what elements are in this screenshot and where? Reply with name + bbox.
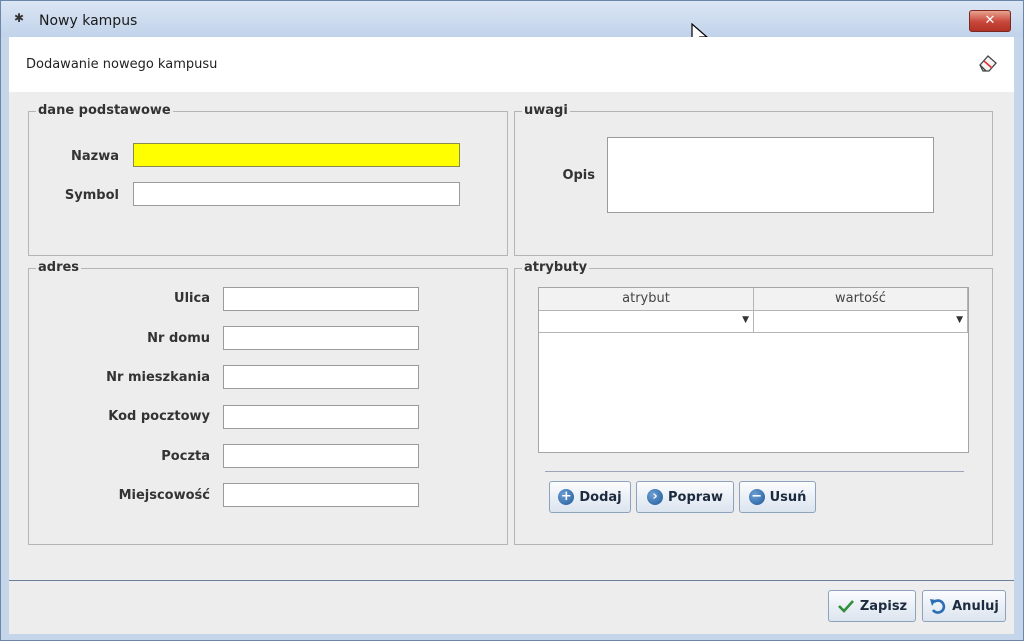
- checkmark-icon: [837, 600, 854, 613]
- postcode-label: Kod pocztowy: [108, 409, 210, 424]
- post-office-label: Poczta: [161, 449, 210, 464]
- address-group: adres Ulica Nr domu Nr mieszkania Kod po…: [28, 260, 508, 545]
- attribute-dropdown[interactable]: ▼: [539, 311, 754, 333]
- symbol-input[interactable]: [133, 182, 460, 206]
- dialog-content: Dodawanie nowego kampusu dane podstawowe…: [9, 37, 1014, 634]
- add-button-label: Dodaj: [579, 489, 622, 505]
- save-button-label: Zapisz: [859, 598, 908, 614]
- city-input[interactable]: [223, 483, 419, 507]
- remove-button[interactable]: − Usuń: [739, 481, 816, 513]
- street-label: Ulica: [174, 291, 210, 306]
- asterisk-icon: ✱: [14, 11, 25, 25]
- cancel-button-label: Anuluj: [952, 598, 999, 614]
- plus-icon: +: [558, 489, 575, 505]
- dropdown-arrow-icon: ▼: [956, 315, 963, 325]
- value-dropdown[interactable]: ▼: [754, 311, 968, 333]
- address-legend: adres: [36, 260, 82, 275]
- remove-button-label: Usuń: [769, 489, 807, 505]
- column-header-attribute[interactable]: atrybut: [539, 288, 754, 311]
- house-number-input[interactable]: [223, 326, 419, 350]
- description-textarea[interactable]: [607, 137, 934, 213]
- attributes-group: atrybuty atrybut wartość ▼ ▼ + Dodaj › P…: [514, 260, 993, 545]
- dropdown-arrow-icon: ▼: [742, 315, 749, 325]
- notes-group: uwagi Opis: [514, 103, 993, 256]
- close-button[interactable]: ✕: [969, 10, 1011, 32]
- notes-legend: uwagi: [522, 103, 570, 118]
- dialog-window: ✱ Nowy kampus ✕ Dodawanie nowego kampusu…: [0, 0, 1024, 641]
- minus-icon: −: [748, 489, 765, 505]
- attributes-legend: atrybuty: [522, 260, 590, 275]
- eraser-icon[interactable]: [977, 53, 999, 73]
- save-button[interactable]: Zapisz: [828, 590, 916, 622]
- dialog-heading: Dodawanie nowego kampusu: [26, 57, 218, 72]
- attributes-table[interactable]: atrybut wartość ▼ ▼: [538, 287, 969, 453]
- cancel-button[interactable]: Anuluj: [922, 590, 1006, 622]
- column-header-value[interactable]: wartość: [754, 288, 968, 311]
- name-input[interactable]: [133, 143, 460, 167]
- footer-separator: [9, 580, 1014, 581]
- title-bar[interactable]: ✱ Nowy kampus ✕: [1, 1, 1023, 37]
- arrow-right-icon: ›: [647, 489, 664, 505]
- postcode-input[interactable]: [223, 405, 419, 429]
- attributes-divider: [545, 471, 964, 472]
- undo-icon: [930, 599, 946, 614]
- dialog-header: Dodawanie nowego kampusu: [9, 37, 1014, 92]
- edit-button[interactable]: › Popraw: [636, 481, 734, 513]
- window-title: Nowy kampus: [39, 13, 138, 29]
- basic-data-group: dane podstawowe Nazwa Symbol: [28, 103, 508, 256]
- flat-number-input[interactable]: [223, 365, 419, 389]
- name-label: Nazwa: [70, 149, 119, 164]
- post-office-input[interactable]: [223, 444, 419, 468]
- description-label: Opis: [562, 168, 595, 183]
- house-number-label: Nr domu: [147, 331, 210, 346]
- street-input[interactable]: [223, 287, 419, 311]
- basic-data-legend: dane podstawowe: [36, 103, 173, 118]
- edit-button-label: Popraw: [668, 489, 723, 505]
- add-button[interactable]: + Dodaj: [549, 481, 631, 513]
- flat-number-label: Nr mieszkania: [106, 370, 210, 385]
- symbol-label: Symbol: [64, 188, 119, 203]
- city-label: Miejscowość: [118, 488, 210, 503]
